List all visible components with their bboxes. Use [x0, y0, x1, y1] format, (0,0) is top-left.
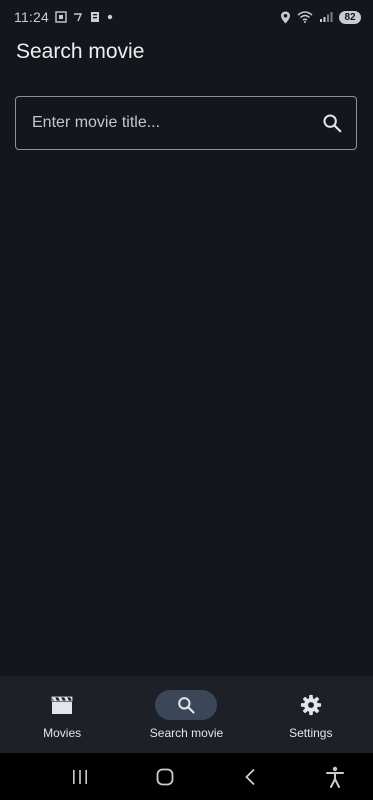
- bottom-nav: Movies Search movie Settings: [0, 676, 373, 753]
- status-left: 11:24: [14, 9, 113, 25]
- back-icon[interactable]: [232, 759, 268, 795]
- nav-label-movies: Movies: [43, 725, 82, 740]
- search-nav-icon: [155, 689, 218, 720]
- wifi-icon: [297, 11, 313, 23]
- page-title: Search movie: [16, 40, 145, 63]
- nav-item-search[interactable]: Search movie: [131, 689, 241, 740]
- search-input[interactable]: [32, 114, 320, 132]
- recent-apps-icon[interactable]: [62, 759, 98, 795]
- search-field[interactable]: [15, 96, 357, 150]
- gear-icon: [280, 690, 342, 720]
- nav-label-settings: Settings: [289, 725, 333, 740]
- status-bar: 11:24 82: [0, 0, 373, 34]
- location-icon: [280, 11, 291, 24]
- clapperboard-icon: [31, 690, 93, 720]
- home-icon[interactable]: [147, 759, 183, 795]
- signal-icon: [319, 11, 333, 23]
- status-right: 82: [280, 10, 361, 24]
- screen: 11:24 82 Search movie Enter movie title.…: [0, 0, 373, 800]
- screenshot-icon: [55, 11, 67, 23]
- search-icon[interactable]: [320, 111, 344, 135]
- status-time: 11:24: [14, 9, 49, 25]
- accessibility-icon[interactable]: [317, 759, 353, 795]
- sim-icon: [73, 12, 83, 22]
- nav-item-movies[interactable]: Movies: [7, 690, 117, 740]
- dot-icon: [107, 14, 113, 20]
- nav-item-settings[interactable]: Settings: [256, 690, 366, 740]
- clipboard-icon: [89, 11, 101, 23]
- nav-label-search: Search movie: [149, 725, 224, 740]
- battery-indicator: 82: [339, 10, 361, 24]
- system-nav-bar: [0, 753, 373, 800]
